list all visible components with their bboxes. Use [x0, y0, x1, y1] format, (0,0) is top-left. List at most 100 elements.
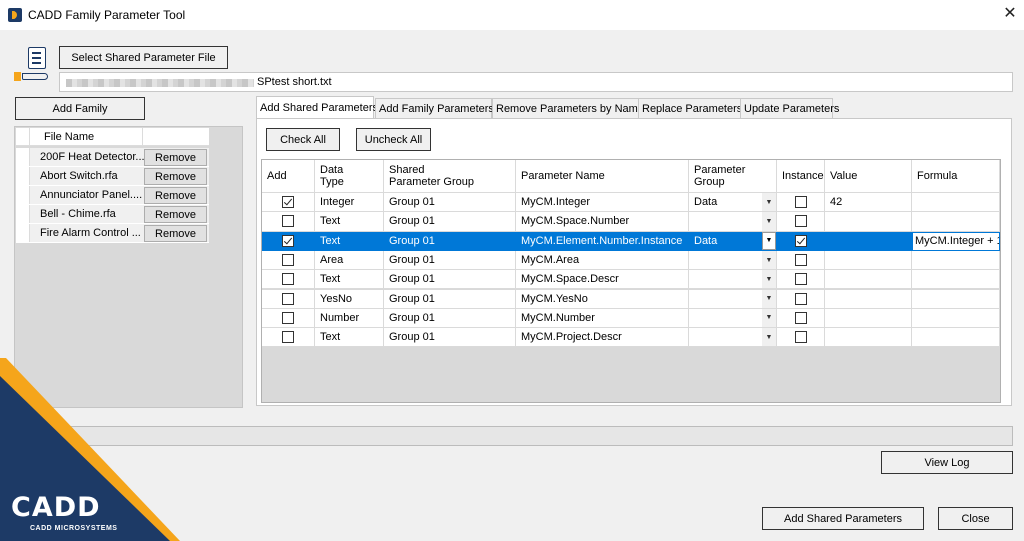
parameter-name-cell[interactable]: MyCM.YesNo — [516, 289, 689, 309]
instance-checkbox[interactable] — [794, 311, 807, 324]
close-window-icon[interactable]: ✕ — [998, 3, 1022, 25]
add-checkbox[interactable] — [282, 292, 294, 305]
instance-checkbox[interactable] — [794, 292, 807, 305]
formula-cell[interactable] — [912, 308, 1000, 329]
tab-replace-parameters[interactable]: Replace Parameters — [638, 98, 742, 118]
value-cell[interactable] — [825, 231, 912, 251]
instance-cell[interactable] — [777, 193, 825, 213]
add-cell[interactable] — [262, 308, 315, 329]
shared-parameter-group-cell[interactable]: Group 01 — [384, 289, 516, 309]
add-cell[interactable] — [262, 289, 315, 309]
parameter-group-dropdown[interactable]: ▼ — [689, 270, 777, 290]
chevron-down-icon[interactable]: ▼ — [762, 250, 776, 270]
column-header-param-name[interactable]: Parameter Name — [516, 160, 689, 193]
parameter-name-cell[interactable]: MyCM.Space.Descr — [516, 270, 689, 290]
family-row[interactable]: Fire Alarm Control ... Remove — [16, 224, 209, 243]
chevron-down-icon[interactable]: ▼ — [762, 289, 776, 308]
instance-cell[interactable] — [777, 308, 825, 329]
formula-cell[interactable] — [912, 193, 1000, 213]
chevron-down-icon[interactable]: ▼ — [762, 270, 776, 289]
data-type-cell[interactable]: Number — [315, 308, 384, 329]
close-button[interactable]: Close — [938, 507, 1013, 530]
parameter-group-dropdown[interactable]: ▼ — [689, 212, 777, 232]
value-cell[interactable] — [825, 328, 912, 348]
family-row[interactable]: Bell - Chime.rfa Remove — [16, 205, 209, 224]
shared-parameter-group-cell[interactable]: Group 01 — [384, 328, 516, 348]
remove-family-button[interactable]: Remove — [144, 225, 207, 242]
instance-checkbox[interactable] — [794, 215, 807, 228]
value-cell[interactable]: 42 — [825, 193, 912, 213]
column-header-param-group[interactable]: Parameter Group — [689, 160, 777, 193]
add-checkbox[interactable] — [282, 234, 294, 247]
parameter-group-dropdown[interactable]: ▼ — [689, 250, 777, 271]
instance-cell[interactable] — [777, 212, 825, 232]
column-header-instance[interactable]: Instance — [777, 160, 825, 193]
parameter-name-cell[interactable]: MyCM.Project.Descr — [516, 328, 689, 348]
instance-cell[interactable] — [777, 289, 825, 309]
instance-checkbox[interactable] — [794, 331, 807, 344]
parameter-name-cell[interactable]: MyCM.Number — [516, 308, 689, 329]
parameter-group-dropdown[interactable]: ▼ — [689, 308, 777, 329]
formula-cell[interactable] — [912, 212, 1000, 232]
formula-cell[interactable] — [912, 289, 1000, 309]
shared-parameter-group-cell[interactable]: Group 01 — [384, 193, 516, 213]
tab-add-shared-parameters[interactable]: Add Shared Parameters — [256, 96, 378, 119]
family-row[interactable]: Abort Switch.rfa Remove — [16, 167, 209, 186]
instance-cell[interactable] — [777, 328, 825, 348]
family-row[interactable]: Annunciator Panel.... Remove — [16, 186, 209, 205]
add-cell[interactable] — [262, 212, 315, 232]
shared-parameter-group-cell[interactable]: Group 01 — [384, 212, 516, 232]
add-checkbox[interactable] — [282, 273, 294, 286]
column-header-sp-group[interactable]: Shared Parameter Group — [384, 160, 516, 193]
remove-family-button[interactable]: Remove — [144, 206, 207, 223]
check-all-button[interactable]: Check All — [266, 128, 340, 151]
add-cell[interactable] — [262, 231, 315, 251]
parameter-name-cell[interactable]: MyCM.Element.Number.Instance — [516, 231, 689, 251]
tab-update-parameters[interactable]: Update Parameters — [740, 98, 839, 118]
instance-cell[interactable] — [777, 250, 825, 271]
data-type-cell[interactable]: Text — [315, 231, 384, 251]
parameter-name-cell[interactable]: MyCM.Integer — [516, 193, 689, 213]
instance-checkbox[interactable] — [794, 254, 807, 267]
parameter-group-dropdown[interactable]: Data ▼ — [689, 231, 777, 251]
tab-remove-parameters-by-name[interactable]: Remove Parameters by Name — [492, 98, 644, 118]
add-shared-parameters-button[interactable]: Add Shared Parameters — [762, 507, 924, 530]
remove-family-button[interactable]: Remove — [144, 168, 207, 185]
formula-cell[interactable] — [912, 328, 1000, 348]
family-row[interactable]: 200F Heat Detector.... Remove — [16, 148, 209, 167]
column-header-value[interactable]: Value — [825, 160, 912, 193]
remove-family-button[interactable]: Remove — [144, 149, 207, 166]
instance-checkbox[interactable] — [794, 234, 807, 247]
parameter-name-cell[interactable]: MyCM.Area — [516, 250, 689, 271]
tab-add-family-parameters[interactable]: Add Family Parameters — [375, 98, 494, 118]
data-type-cell[interactable]: Text — [315, 212, 384, 232]
chevron-down-icon[interactable]: ▼ — [762, 308, 776, 328]
add-cell[interactable] — [262, 193, 315, 213]
chevron-down-icon[interactable]: ▼ — [762, 193, 776, 212]
shared-parameter-group-cell[interactable]: Group 01 — [384, 231, 516, 251]
add-cell[interactable] — [262, 328, 315, 348]
column-header-formula[interactable]: Formula — [912, 160, 1000, 193]
parameter-group-dropdown[interactable]: ▼ — [689, 289, 777, 309]
data-type-cell[interactable]: YesNo — [315, 289, 384, 309]
shared-parameter-group-cell[interactable]: Group 01 — [384, 308, 516, 329]
column-header-data-type[interactable]: Data Type — [315, 160, 384, 193]
data-type-cell[interactable]: Text — [315, 270, 384, 290]
data-type-cell[interactable]: Area — [315, 250, 384, 271]
chevron-down-icon[interactable]: ▼ — [762, 212, 776, 231]
add-family-button[interactable]: Add Family — [15, 97, 145, 120]
add-checkbox[interactable] — [282, 331, 294, 344]
view-log-button[interactable]: View Log — [881, 451, 1013, 474]
value-cell[interactable] — [825, 212, 912, 232]
data-type-cell[interactable]: Integer — [315, 193, 384, 213]
value-cell[interactable] — [825, 250, 912, 271]
instance-checkbox[interactable] — [794, 196, 807, 209]
add-checkbox[interactable] — [282, 254, 294, 267]
remove-family-button[interactable]: Remove — [144, 187, 207, 204]
formula-cell[interactable] — [912, 270, 1000, 290]
chevron-down-icon[interactable]: ▼ — [762, 328, 776, 347]
parameter-group-dropdown[interactable]: Data ▼ — [689, 193, 777, 213]
instance-checkbox[interactable] — [794, 273, 807, 286]
value-cell[interactable] — [825, 308, 912, 329]
value-cell[interactable] — [825, 270, 912, 290]
